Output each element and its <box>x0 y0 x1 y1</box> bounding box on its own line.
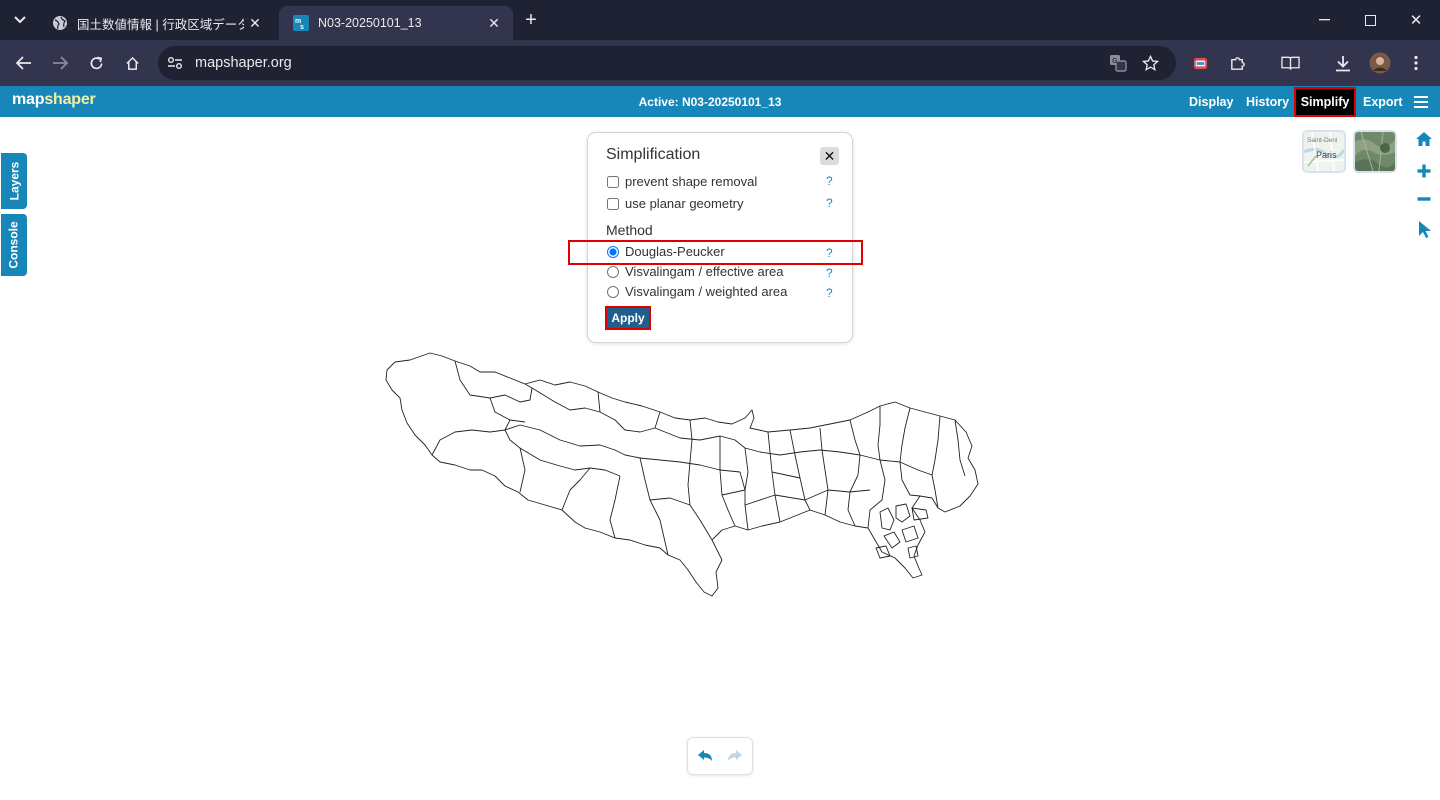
home-extent-icon[interactable] <box>1414 129 1434 149</box>
method-label: Douglas-Peucker <box>625 244 725 259</box>
maximize-icon[interactable] <box>1347 0 1393 40</box>
forward-arrow-icon[interactable] <box>48 51 72 75</box>
address-bar-url: mapshaper.org <box>195 55 292 71</box>
map-layer-boundaries[interactable] <box>380 345 990 605</box>
panel-title: Simplification <box>606 146 701 163</box>
new-tab-plus-icon[interactable]: + <box>520 9 542 31</box>
method-label: Visvalingam / weighted area <box>625 284 788 299</box>
reading-mode-icon[interactable] <box>1278 51 1302 75</box>
pointer-tool-icon[interactable] <box>1414 219 1434 239</box>
redo-icon[interactable] <box>725 747 745 767</box>
close-icon[interactable]: ✕ <box>244 12 266 34</box>
nav-simplify[interactable]: Simplify <box>1294 87 1356 117</box>
apply-button[interactable]: Apply <box>605 306 651 330</box>
option-use-planar-geometry[interactable]: use planar geometry <box>606 196 744 211</box>
extension-red-icon[interactable] <box>1188 51 1212 75</box>
method-visvalingam-weighted[interactable]: Visvalingam / weighted area <box>606 284 787 299</box>
method-visvalingam-effective[interactable]: Visvalingam / effective area <box>606 264 784 279</box>
method-douglas-peucker[interactable]: Douglas-Peucker <box>606 244 725 259</box>
nav-history[interactable]: History <box>1246 95 1289 109</box>
svg-text:G: G <box>1112 58 1118 65</box>
use-planar-geometry-checkbox[interactable] <box>607 197 619 210</box>
console-tab[interactable]: Console <box>1 214 27 276</box>
help-link[interactable]: ? <box>826 246 833 260</box>
method-heading: Method <box>606 222 653 238</box>
globe-icon <box>53 16 67 30</box>
tab-search-chevron-icon[interactable] <box>8 8 32 32</box>
help-link[interactable]: ? <box>826 196 833 210</box>
minimize-icon[interactable] <box>1301 0 1347 40</box>
browser-tab-mapshaper[interactable]: m s N03-20250101_13 ✕ <box>279 6 513 40</box>
help-link[interactable]: ? <box>826 266 833 280</box>
close-icon[interactable]: ✕ <box>820 147 839 165</box>
reload-icon[interactable] <box>84 51 108 75</box>
profile-avatar[interactable] <box>1368 51 1392 75</box>
visvalingam-effective-radio[interactable] <box>607 265 619 278</box>
extensions-puzzle-icon[interactable] <box>1225 51 1249 75</box>
help-link[interactable]: ? <box>826 286 833 300</box>
help-link[interactable]: ? <box>826 174 833 188</box>
option-label: prevent shape removal <box>625 174 758 189</box>
basemap-streets-thumb[interactable]: Saint-Deni Paris <box>1302 130 1346 173</box>
address-bar[interactable] <box>158 46 1176 80</box>
douglas-peucker-radio[interactable] <box>607 245 619 258</box>
nav-display[interactable]: Display <box>1189 95 1233 109</box>
tab-title: N03-20250101_13 <box>318 16 422 30</box>
svg-text:Saint-Deni: Saint-Deni <box>1307 137 1337 144</box>
back-arrow-icon[interactable] <box>12 51 36 75</box>
zoom-out-icon[interactable] <box>1414 189 1434 209</box>
browser-menu-kebab-icon[interactable] <box>1404 51 1428 75</box>
nav-export[interactable]: Export <box>1363 95 1403 109</box>
layers-tab[interactable]: Layers <box>1 153 27 209</box>
basemap-satellite-thumb[interactable] <box>1353 130 1397 173</box>
window-close-icon[interactable]: ✕ <box>1393 0 1439 40</box>
svg-text:Paris: Paris <box>1316 150 1337 160</box>
prevent-shape-removal-checkbox[interactable] <box>607 175 619 188</box>
translate-icon[interactable]: G <box>1106 51 1130 75</box>
hamburger-menu-icon[interactable] <box>1414 96 1428 108</box>
close-icon[interactable]: ✕ <box>483 12 505 34</box>
mapshaper-favicon-icon: m s <box>293 15 309 31</box>
option-label: use planar geometry <box>625 196 744 211</box>
visvalingam-weighted-radio[interactable] <box>607 285 619 298</box>
bookmark-star-icon[interactable] <box>1138 51 1162 75</box>
download-icon[interactable] <box>1331 51 1355 75</box>
browser-tab-kokudo[interactable]: 国土数値情報 | 行政区域データ ✕ <box>38 6 274 40</box>
site-settings-icon[interactable] <box>163 51 187 75</box>
undo-icon[interactable] <box>695 747 715 767</box>
tab-title: 国土数値情報 | 行政区域データ <box>77 17 244 32</box>
home-icon[interactable] <box>120 51 144 75</box>
svg-text:s: s <box>300 24 304 31</box>
option-prevent-shape-removal[interactable]: prevent shape removal <box>606 174 757 189</box>
method-label: Visvalingam / effective area <box>625 264 784 279</box>
zoom-in-icon[interactable] <box>1414 161 1434 181</box>
